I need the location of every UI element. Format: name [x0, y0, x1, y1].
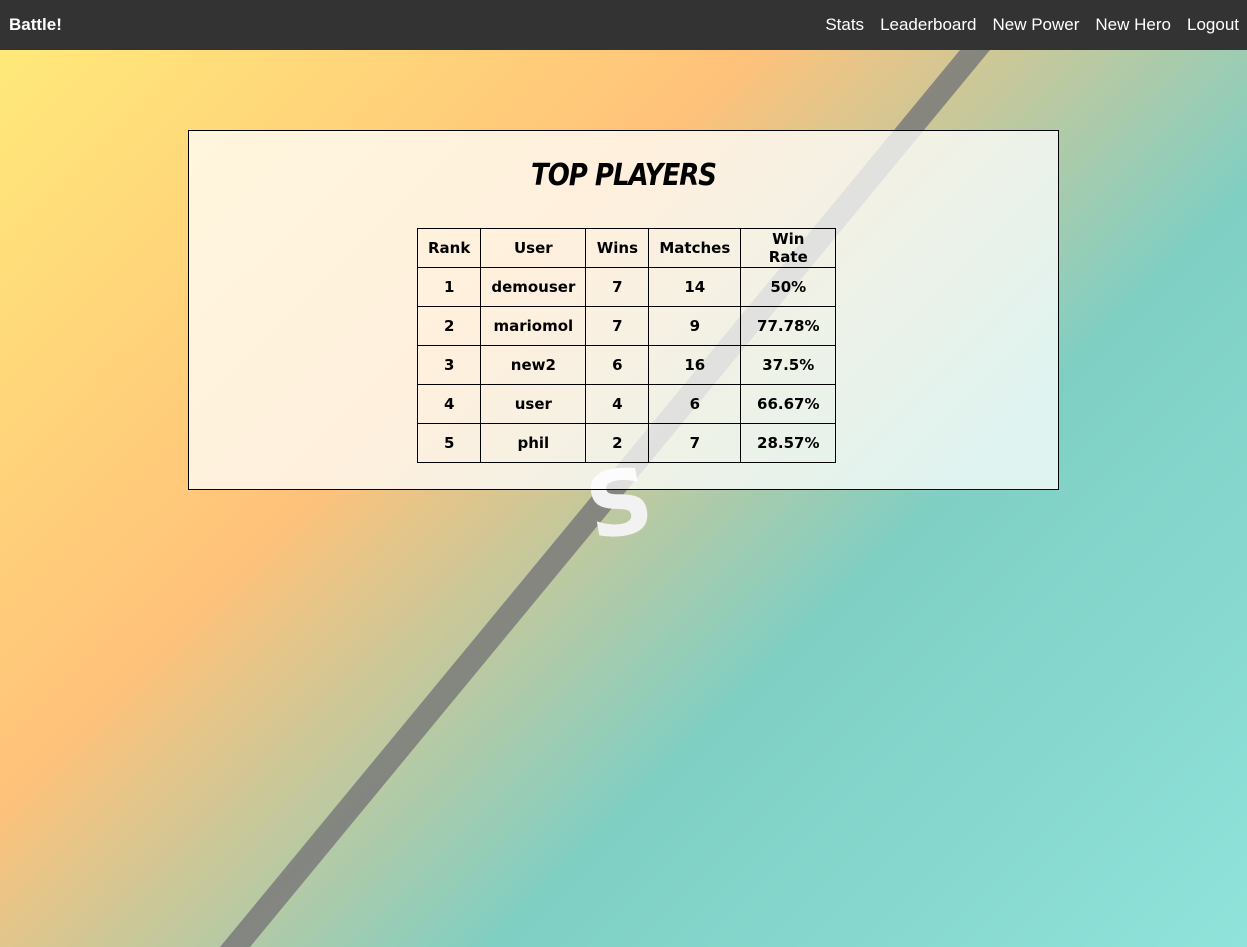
table-header-row: Rank User Wins Matches Win Rate	[416, 228, 837, 268]
page-title: TOP PLAYERS	[530, 158, 717, 194]
navbar: Battle! Stats Leaderboard New Power New …	[0, 0, 1247, 50]
column-header-matches: Matches	[648, 228, 742, 268]
nav-links: Stats Leaderboard New Power New Hero Log…	[809, 15, 1239, 35]
rank-cell: 4	[416, 384, 482, 424]
nav-link-logout[interactable]: Logout	[1187, 15, 1239, 35]
win-rate-cell: 50%	[740, 267, 837, 307]
table-row: 4 user 4 6 66.67%	[416, 384, 837, 424]
nav-link-new-power[interactable]: New Power	[992, 15, 1079, 35]
matches-cell: 9	[648, 306, 742, 346]
rank-cell: 5	[416, 423, 482, 463]
wins-cell: 6	[585, 345, 650, 385]
leaderboard-panel: TOP PLAYERS Rank User Wins Matches Win R…	[188, 130, 1059, 490]
wins-cell: 7	[585, 306, 650, 346]
wins-cell: 2	[585, 423, 650, 463]
nav-link-new-hero[interactable]: New Hero	[1095, 15, 1171, 35]
win-rate-cell: 66.67%	[740, 384, 837, 424]
win-rate-cell: 37.5%	[740, 345, 837, 385]
user-cell: user	[480, 384, 587, 424]
column-header-user: User	[480, 228, 587, 268]
matches-cell: 6	[648, 384, 742, 424]
wins-cell: 7	[585, 267, 650, 307]
nav-link-stats[interactable]: Stats	[825, 15, 864, 35]
user-cell: mariomol	[480, 306, 587, 346]
column-header-wins: Wins	[585, 228, 650, 268]
win-rate-cell: 28.57%	[740, 423, 837, 463]
table-row: 2 mariomol 7 9 77.78%	[416, 306, 837, 346]
user-cell: demouser	[480, 267, 587, 307]
column-header-win-rate: Win Rate	[740, 228, 837, 268]
matches-cell: 14	[648, 267, 742, 307]
wins-cell: 4	[585, 384, 650, 424]
matches-cell: 7	[648, 423, 742, 463]
table-row: 5 phil 2 7 28.57%	[416, 423, 837, 463]
rank-cell: 3	[416, 345, 482, 385]
column-header-rank: Rank	[416, 228, 482, 268]
table-row: 3 new2 6 16 37.5%	[416, 345, 837, 385]
matches-cell: 16	[648, 345, 742, 385]
rank-cell: 1	[416, 267, 482, 307]
leaderboard-table: Rank User Wins Matches Win Rate 1 demous…	[416, 228, 837, 463]
brand-link[interactable]: Battle!	[9, 15, 62, 35]
user-cell: phil	[480, 423, 587, 463]
rank-cell: 2	[416, 306, 482, 346]
nav-link-leaderboard[interactable]: Leaderboard	[880, 15, 976, 35]
win-rate-cell: 77.78%	[740, 306, 837, 346]
table-row: 1 demouser 7 14 50%	[416, 267, 837, 307]
user-cell: new2	[480, 345, 587, 385]
